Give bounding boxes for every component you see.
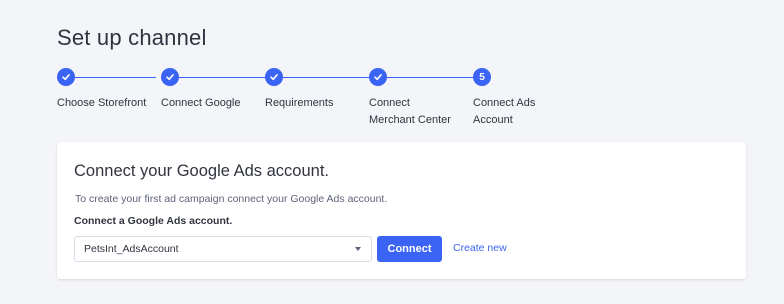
step-1-label: Choose Storefront xyxy=(57,97,147,109)
ads-account-select-value: PetsInt_AdsAccount xyxy=(84,243,179,255)
step-5-number: 5 xyxy=(473,68,491,86)
connect-ads-card: Connect your Google Ads account. To crea… xyxy=(57,142,746,279)
step-connector xyxy=(387,76,473,78)
create-new-link[interactable]: Create new xyxy=(453,242,507,254)
chevron-down-icon xyxy=(355,247,361,251)
step-4-complete-icon xyxy=(369,68,387,86)
connect-button[interactable]: Connect xyxy=(377,236,442,262)
ads-account-select[interactable]: PetsInt_AdsAccount xyxy=(74,236,372,262)
ads-account-field-label: Connect a Google Ads account. xyxy=(74,215,233,227)
step-3-label: Requirements xyxy=(265,97,334,109)
progress-stepper: Choose Storefront Connect Google Require… xyxy=(0,0,784,130)
step-connector xyxy=(75,76,156,78)
step-3-complete-icon xyxy=(265,68,283,86)
step-2-complete-icon xyxy=(161,68,179,86)
step-2-label: Connect Google xyxy=(161,97,241,109)
step-4-label: Connect Merchant Center xyxy=(369,97,451,126)
step-5-label: Connect Ads Account xyxy=(473,97,536,126)
step-1-complete-icon xyxy=(57,68,75,86)
step-connector xyxy=(283,76,369,78)
step-connector xyxy=(179,76,265,78)
card-description: To create your first ad campaign connect… xyxy=(75,193,388,205)
card-title: Connect your Google Ads account. xyxy=(74,162,329,180)
